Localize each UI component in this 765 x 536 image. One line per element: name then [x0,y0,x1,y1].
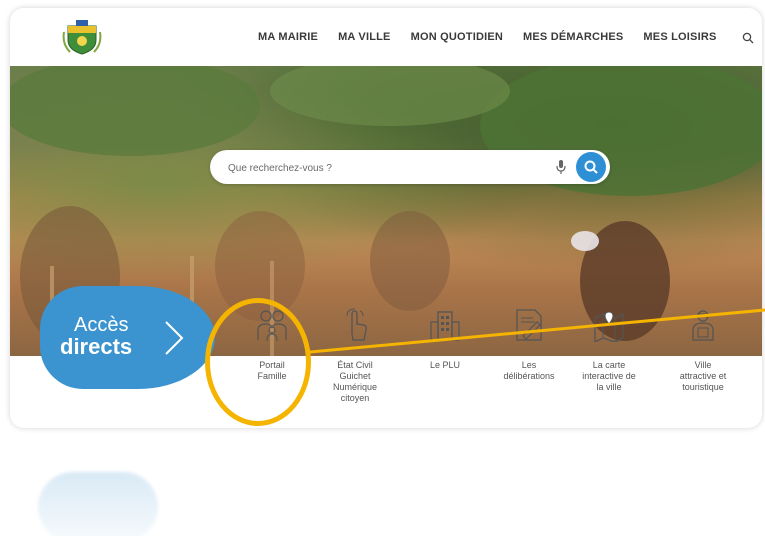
website-card: MA MAIRIE MA VILLE MON QUOTIDIEN MES DÉM… [10,8,762,428]
directs-label: directs [60,334,133,359]
acces-directs-badge[interactable]: Accès directs [40,286,215,389]
search-icon [584,160,598,174]
top-navigation: MA MAIRIE MA VILLE MON QUOTIDIEN MES DÉM… [10,8,762,66]
quick-link-label: Ville attractive et touristique [679,360,727,392]
map-icon [594,311,624,342]
quick-link-label: Les délibérations [503,360,555,381]
search-button[interactable] [576,152,606,182]
quick-link-label: Le PLU [429,360,461,370]
quick-link-deliberations[interactable]: Les délibérations [494,308,564,382]
quick-link-ville-attractive[interactable]: Ville attractive et touristique [668,308,738,393]
main-menu: MA MAIRIE MA VILLE MON QUOTIDIEN MES DÉM… [258,31,737,43]
search-input[interactable] [226,158,550,178]
traveler-icon [692,310,714,341]
quick-link-plu[interactable]: Le PLU [410,308,480,371]
chevron-right-icon [165,321,184,355]
highlight-circle [205,298,311,426]
quick-link-label: État Civil Guichet Numérique citoyen [332,360,378,403]
quick-link-carte-interactive[interactable]: La carte interactive de la ville [574,308,644,393]
city-crest-logo[interactable] [62,18,102,56]
microphone-icon[interactable] [555,159,567,175]
touch-icon [346,308,367,341]
menu-mes-loisirs[interactable]: MES LOISIRS [643,31,716,43]
menu-mes-demarches[interactable]: MES DÉMARCHES [523,31,623,43]
reflection-effect [10,432,762,536]
quick-link-etat-civil[interactable]: État Civil Guichet Numérique citoyen [320,308,390,404]
search-bar [210,150,610,184]
menu-mon-quotidien[interactable]: MON QUOTIDIEN [411,31,503,43]
reflection-fade [10,432,762,536]
menu-ma-ville[interactable]: MA VILLE [338,31,391,43]
menu-ma-mairie[interactable]: MA MAIRIE [258,31,318,43]
search-icon[interactable] [742,32,754,44]
document-pen-icon [516,309,542,341]
quick-link-label: La carte interactive de la ville [582,360,636,392]
building-icon [430,311,460,341]
